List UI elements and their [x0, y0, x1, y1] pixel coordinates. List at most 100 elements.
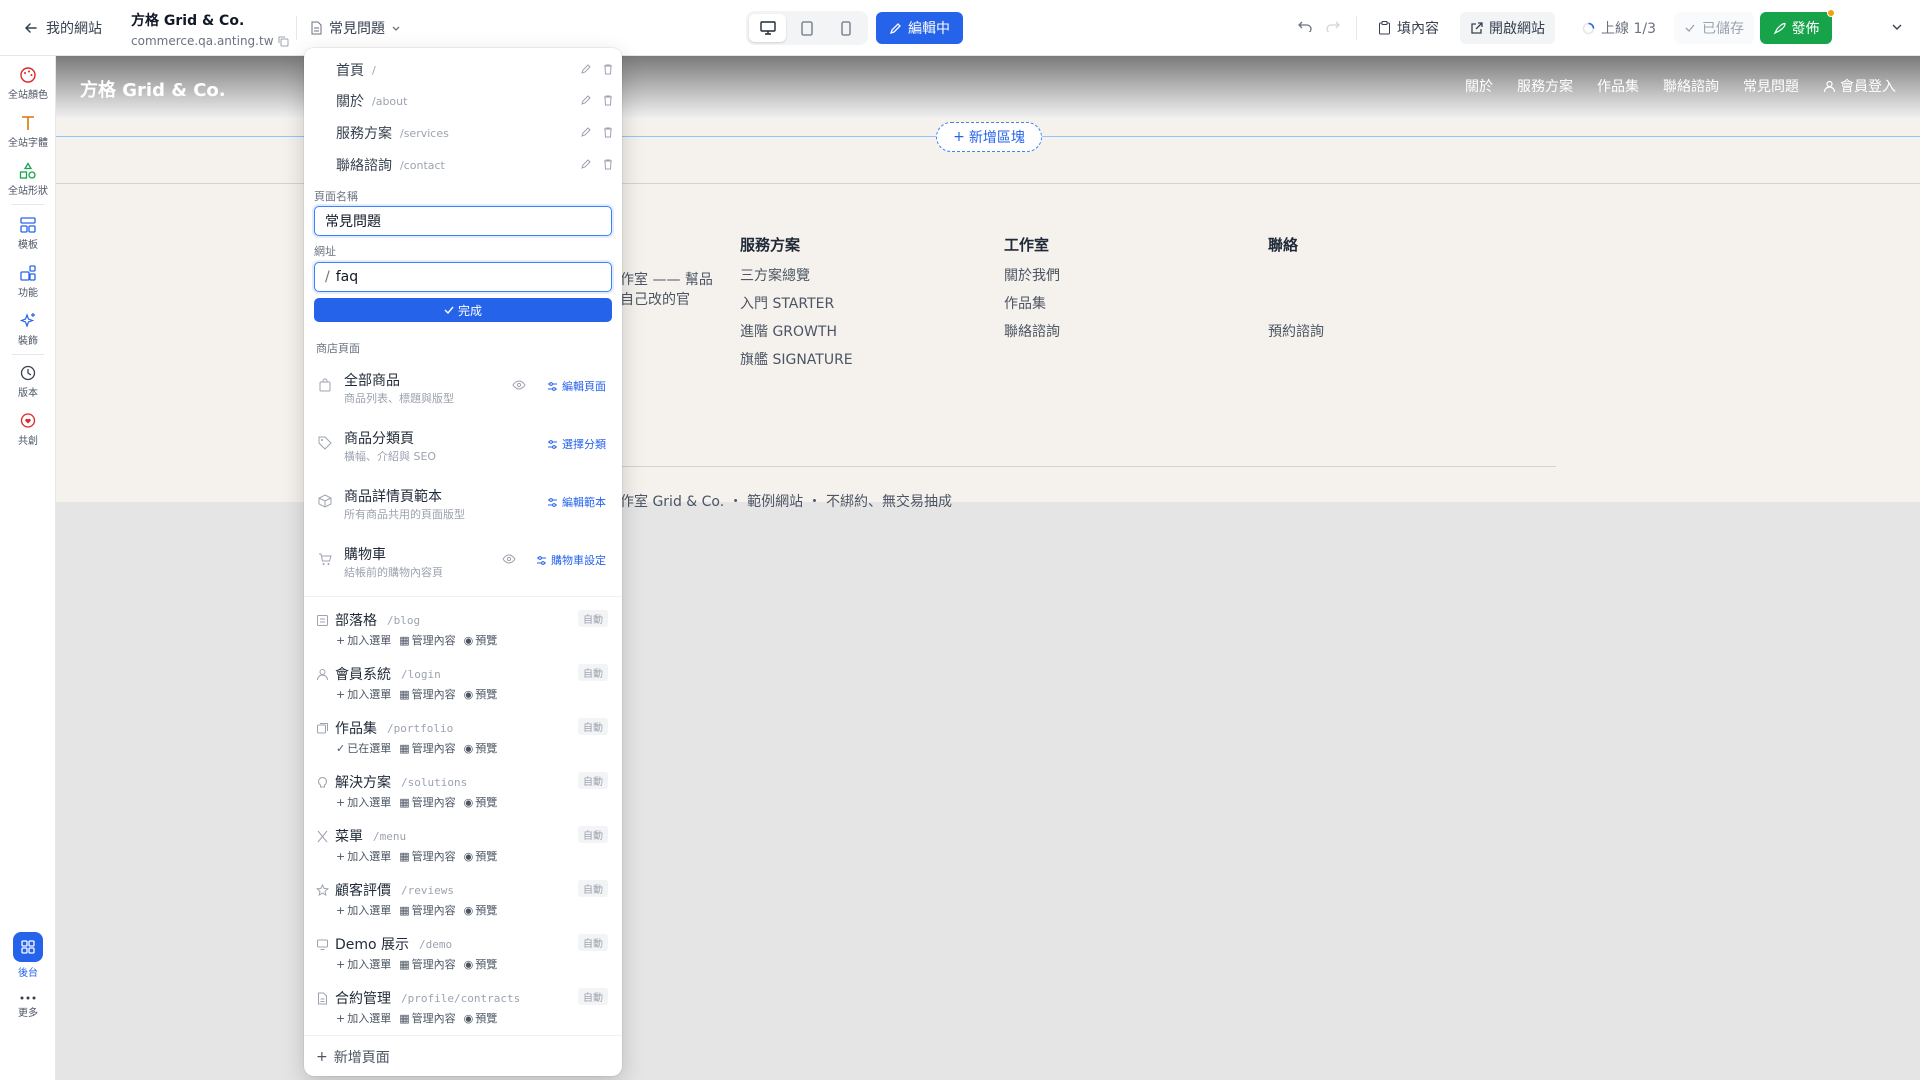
- rail-features[interactable]: 功能: [0, 264, 56, 299]
- shop-page-category[interactable]: 商品分類頁 橫幅、介紹與 SEO 選擇分類: [304, 418, 622, 470]
- footer-link[interactable]: [1268, 297, 1324, 325]
- module-row-solutions[interactable]: 解決方案 /solutions 自動 + 加入選單 ▦ 管理內容 ◉ 預覽: [304, 772, 622, 826]
- site-nav-services[interactable]: 服務方案: [1517, 76, 1573, 96]
- site-nav-login[interactable]: 會員登入: [1823, 76, 1896, 96]
- publish-button[interactable]: 發佈: [1760, 9, 1835, 44]
- site-url[interactable]: commerce.qa.anting.tw: [131, 34, 289, 48]
- chevron-down-icon[interactable]: [1890, 20, 1904, 34]
- pencil-icon[interactable]: [580, 158, 592, 170]
- rail-site-fonts[interactable]: 全站字體: [0, 114, 56, 149]
- rail-cocreate[interactable]: 共創: [0, 412, 56, 447]
- footer-link[interactable]: 旗艦 SIGNATURE: [740, 353, 853, 381]
- saved-button[interactable]: 已儲存: [1674, 12, 1754, 44]
- url-input[interactable]: / faq: [314, 262, 612, 292]
- rail-site-colors[interactable]: 全站顏色: [0, 66, 56, 101]
- rail-decor[interactable]: 裝飾: [0, 312, 56, 347]
- add-to-menu-button[interactable]: + 加入選單: [336, 1010, 391, 1026]
- manage-content-button[interactable]: ▦ 管理內容: [399, 956, 455, 972]
- module-row-login[interactable]: 會員系統 /login 自動 + 加入選單 ▦ 管理內容 ◉ 預覽: [304, 664, 622, 718]
- module-row-portfolio[interactable]: 作品集 /portfolio 自動 ✓ 已在選單 ▦ 管理內容 ◉ 預覽: [304, 718, 622, 772]
- edit-mode-button[interactable]: 編輯中: [876, 12, 963, 44]
- open-site-button[interactable]: 開啟網站: [1460, 12, 1555, 44]
- pencil-icon[interactable]: [580, 63, 592, 75]
- preview-button[interactable]: ◉ 預覽: [464, 902, 498, 918]
- manage-content-button[interactable]: ▦ 管理內容: [399, 848, 455, 864]
- add-to-menu-button[interactable]: + 加入選單: [336, 956, 391, 972]
- add-to-menu-button[interactable]: + 加入選單: [336, 794, 391, 810]
- module-row-demo[interactable]: Demo 展示 /demo 自動 + 加入選單 ▦ 管理內容 ◉ 預覽: [304, 934, 622, 988]
- add-to-menu-button[interactable]: + 加入選單: [336, 632, 391, 648]
- manage-content-button[interactable]: ▦ 管理內容: [399, 686, 455, 702]
- preview-button[interactable]: ◉ 預覽: [464, 632, 498, 648]
- preview-button[interactable]: ◉ 預覽: [464, 740, 498, 756]
- shop-page-action[interactable]: 編輯頁面: [547, 378, 606, 394]
- footer-link[interactable]: 預約諮詢: [1268, 325, 1324, 353]
- trash-icon[interactable]: [602, 158, 614, 170]
- page-name-input[interactable]: 常見問題: [314, 206, 612, 236]
- trash-icon[interactable]: [602, 63, 614, 75]
- manage-content-button[interactable]: ▦ 管理內容: [399, 632, 455, 648]
- module-row-contracts[interactable]: 合約管理 /profile/contracts 自動 + 加入選單 ▦ 管理內容 ◉…: [304, 988, 622, 1042]
- manage-content-button[interactable]: ▦ 管理內容: [399, 794, 455, 810]
- page-selector[interactable]: 常見問題: [310, 18, 401, 38]
- footer-link[interactable]: 關於我們: [1004, 269, 1060, 297]
- rail-site-shapes[interactable]: 全站形狀: [0, 162, 56, 197]
- undo-icon[interactable]: [1298, 18, 1312, 32]
- copy-icon[interactable]: [278, 36, 289, 47]
- page-row-home[interactable]: 首頁 /: [304, 55, 622, 85]
- footer-link[interactable]: 聯絡諮詢: [1004, 325, 1060, 353]
- trash-icon[interactable]: [602, 126, 614, 138]
- site-logo[interactable]: 方格 Grid & Co.: [80, 76, 226, 102]
- shop-page-cart[interactable]: 購物車 結帳前的購物內容頁 購物車設定: [304, 534, 622, 586]
- manage-content-button[interactable]: ▦ 管理內容: [399, 1010, 455, 1026]
- trash-icon[interactable]: [602, 94, 614, 106]
- footer-link[interactable]: 入門 STARTER: [740, 297, 853, 325]
- manage-content-button[interactable]: ▦ 管理內容: [399, 902, 455, 918]
- site-nav-contact[interactable]: 聯絡諮詢: [1663, 76, 1719, 96]
- footer-copyright[interactable]: 作室 Grid & Co. ・ 範例網站 ・ 不綁約、無交易抽成: [620, 491, 952, 511]
- add-to-menu-button[interactable]: + 加入選單: [336, 848, 391, 864]
- page-row-contact[interactable]: 聯絡諮詢 /contact: [304, 150, 622, 180]
- site-nav-faq[interactable]: 常見問題: [1743, 76, 1799, 96]
- eye-icon[interactable]: [502, 554, 516, 564]
- preview-button[interactable]: ◉ 預覽: [464, 686, 498, 702]
- preview-button[interactable]: ◉ 預覽: [464, 848, 498, 864]
- add-block-button[interactable]: + 新增區塊: [936, 122, 1042, 152]
- site-nav-about[interactable]: 關於: [1465, 76, 1493, 96]
- tablet-view-button[interactable]: [788, 14, 825, 42]
- page-row-services[interactable]: 服務方案 /services: [304, 118, 622, 148]
- footer-link[interactable]: 作品集: [1004, 297, 1060, 325]
- rail-versions[interactable]: 版本: [0, 364, 56, 399]
- module-row-reviews[interactable]: 顧客評價 /reviews 自動 + 加入選單 ▦ 管理內容 ◉ 預覽: [304, 880, 622, 934]
- pencil-icon[interactable]: [580, 126, 592, 138]
- redo-icon[interactable]: [1326, 18, 1340, 32]
- fill-content-button[interactable]: 填內容: [1368, 12, 1449, 44]
- pencil-icon[interactable]: [580, 94, 592, 106]
- shop-page-action[interactable]: 選擇分類: [547, 436, 606, 452]
- manage-content-button[interactable]: ▦ 管理內容: [399, 740, 455, 756]
- module-row-menu[interactable]: 菜單 /menu 自動 + 加入選單 ▦ 管理內容 ◉ 預覽: [304, 826, 622, 880]
- preview-button[interactable]: ◉ 預覽: [464, 1010, 498, 1026]
- done-button[interactable]: 完成: [314, 298, 612, 322]
- preview-button[interactable]: ◉ 預覽: [464, 794, 498, 810]
- mobile-view-button[interactable]: [828, 14, 865, 42]
- shop-page-product-template[interactable]: 商品詳情頁範本 所有商品共用的頁面版型 編輯範本: [304, 476, 622, 528]
- rail-templates[interactable]: 模板: [0, 216, 56, 251]
- eye-icon[interactable]: [512, 380, 526, 390]
- footer-link[interactable]: [1268, 269, 1324, 297]
- back-to-my-sites-button[interactable]: 我的網站: [24, 18, 102, 38]
- module-row-blog[interactable]: 部落格 /blog 自動 + 加入選單 ▦ 管理內容 ◉ 預覽: [304, 610, 622, 664]
- add-to-menu-button[interactable]: + 加入選單: [336, 686, 391, 702]
- page-row-about[interactable]: 關於 /about: [304, 86, 622, 116]
- preview-button[interactable]: ◉ 預覽: [464, 956, 498, 972]
- footer-link[interactable]: 三方案總覽: [740, 269, 853, 297]
- shop-page-all-products[interactable]: 全部商品 商品列表、標題與版型 編輯頁面: [304, 360, 622, 412]
- desktop-view-button[interactable]: [749, 14, 787, 42]
- rail-admin[interactable]: 後台: [0, 932, 56, 979]
- shop-page-action[interactable]: 編輯範本: [547, 494, 606, 510]
- site-nav-portfolio[interactable]: 作品集: [1597, 76, 1639, 96]
- new-page-button[interactable]: + 新增頁面: [316, 1047, 390, 1067]
- footer-link[interactable]: 進階 GROWTH: [740, 325, 853, 353]
- rail-more[interactable]: 更多: [0, 994, 56, 1019]
- add-to-menu-button[interactable]: + 加入選單: [336, 902, 391, 918]
